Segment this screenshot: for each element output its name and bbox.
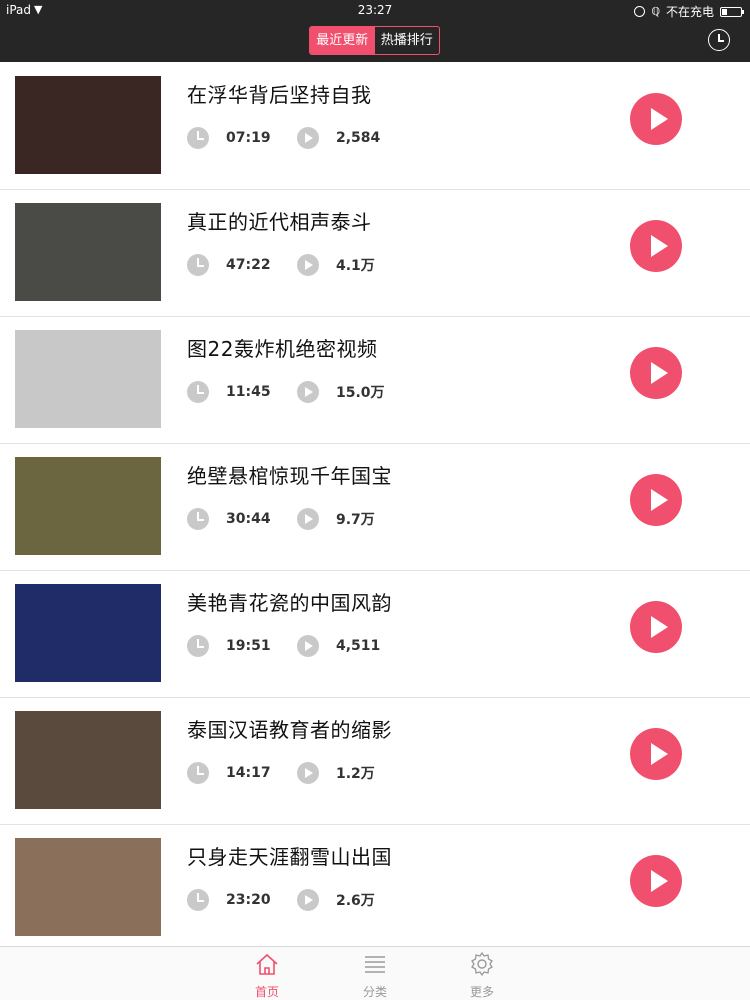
duration-clock-icon [187,508,209,530]
tab-category-label: 分类 [362,985,387,999]
play-button[interactable] [630,347,682,399]
play-button[interactable] [630,728,682,780]
video-thumbnail[interactable] [15,76,161,174]
charging-status: 不在充电 [665,5,714,19]
video-title: 美艳青花瓷的中国风韵 [187,591,392,615]
video-duration: 07:19 [226,130,271,146]
video-row[interactable]: 在浮华背后坚持自我 07:19 2,584 [0,63,750,190]
video-duration: 30:44 [226,511,271,527]
video-title: 真正的近代相声泰斗 [187,210,372,234]
video-views: 2.6万 [336,893,375,909]
video-thumbnail[interactable] [15,838,161,936]
duration-clock-icon [187,889,209,911]
play-button[interactable] [630,93,682,145]
top-bar: iPad ▼ 23:27 ℚ 不在充电 最近更新 热播排行 [0,0,750,62]
video-meta: 30:44 9.7万 [187,508,375,530]
tab-more-label: 更多 [469,985,494,999]
video-thumbnail[interactable] [15,330,161,428]
bluetooth-icon: ℚ [651,5,660,18]
status-bar: iPad ▼ 23:27 ℚ 不在充电 [0,0,750,20]
video-thumbnail[interactable] [15,711,161,809]
play-button[interactable] [630,601,682,653]
video-meta: 07:19 2,584 [187,127,380,149]
video-row[interactable]: 绝壁悬棺惊现千年国宝 30:44 9.7万 [0,444,750,571]
video-meta: 47:22 4.1万 [187,254,375,276]
list-icon [365,956,385,973]
tab-more[interactable]: 更多 [452,951,512,1000]
video-title: 绝壁悬棺惊现千年国宝 [187,464,392,488]
video-thumbnail[interactable] [15,584,161,682]
tab-home[interactable]: 首页 [237,951,297,1000]
video-row[interactable]: 泰国汉语教育者的缩影 14:17 1.2万 [0,698,750,825]
video-meta: 14:17 1.2万 [187,762,375,784]
video-duration: 11:45 [226,384,271,400]
video-meta: 11:45 15.0万 [187,381,385,403]
view-count-play-icon [297,381,319,403]
duration-clock-icon [187,127,209,149]
video-duration: 19:51 [226,638,271,654]
tab-category[interactable]: 分类 [345,951,405,1000]
video-views: 1.2万 [336,766,375,782]
tab-recent-updates[interactable]: 最近更新 [310,27,375,54]
video-meta: 23:20 2.6万 [187,889,375,911]
video-views: 15.0万 [336,385,385,401]
tab-hot-ranking[interactable]: 热播排行 [375,27,440,54]
play-button[interactable] [630,220,682,272]
video-duration: 23:20 [226,892,271,908]
video-title: 在浮华背后坚持自我 [187,83,372,107]
duration-clock-icon [187,254,209,276]
play-button[interactable] [630,855,682,907]
view-count-play-icon [297,889,319,911]
video-row[interactable]: 图22轰炸机绝密视频 11:45 15.0万 [0,317,750,444]
view-count-play-icon [297,508,319,530]
view-count-play-icon [297,127,319,149]
video-title: 泰国汉语教育者的缩影 [187,718,392,742]
video-views: 2,584 [336,130,381,146]
view-count-play-icon [297,635,319,657]
video-thumbnail[interactable] [15,203,161,301]
view-count-play-icon [297,762,319,784]
duration-clock-icon [187,635,209,657]
video-meta: 19:51 4,511 [187,635,380,657]
video-duration: 47:22 [226,257,271,273]
duration-clock-icon [187,381,209,403]
video-list: 在浮华背后坚持自我 07:19 2,584 真正的近代相声泰斗 47:22 4.… [0,63,750,952]
video-duration: 14:17 [226,765,271,781]
video-views: 4,511 [336,638,381,654]
video-row[interactable]: 美艳青花瓷的中国风韵 19:51 4,511 [0,571,750,698]
video-row[interactable]: 只身走天涯翻雪山出国 23:20 2.6万 [0,825,750,952]
rotation-lock-icon [634,6,646,17]
video-title: 只身走天涯翻雪山出国 [187,845,392,869]
gear-icon [471,951,493,977]
video-title: 图22轰炸机绝密视频 [187,337,378,361]
duration-clock-icon [187,762,209,784]
bottom-tab-bar: 首页 分类 更多 [0,946,750,1000]
battery-icon [720,6,744,17]
view-count-play-icon [297,254,319,276]
home-icon [256,953,278,975]
clock-icon[interactable] [708,29,730,51]
play-button[interactable] [630,474,682,526]
video-views: 9.7万 [336,512,375,528]
video-row[interactable]: 真正的近代相声泰斗 47:22 4.1万 [0,190,750,317]
video-thumbnail[interactable] [15,457,161,555]
video-views: 4.1万 [336,258,375,274]
tab-home-label: 首页 [254,985,279,999]
header-segment-control: 最近更新 热播排行 [309,26,440,55]
